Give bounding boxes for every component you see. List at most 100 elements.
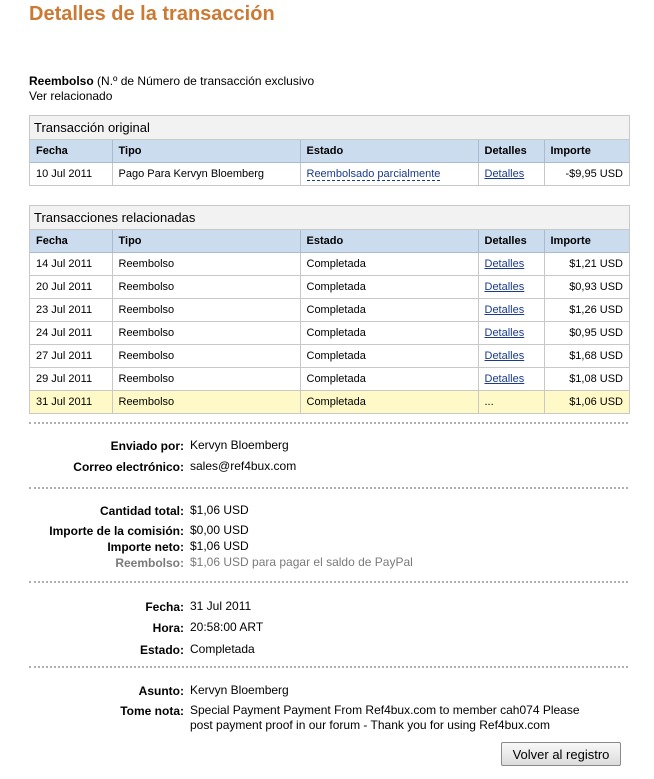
col-header-amount: Importe [544, 230, 629, 253]
cell-amount: $1,68 USD [544, 344, 629, 368]
col-header-date: Fecha [30, 140, 113, 163]
cell-type: Reembolso [112, 298, 301, 322]
total-value: $1,06 USD [190, 503, 249, 517]
intro-line: Reembolso (N.º de Número de transacción … [29, 74, 314, 89]
cell-amount: -$9,95 USD [565, 168, 623, 180]
table-row: 20 Jul 2011 Reembolso Completada Detalle… [30, 275, 629, 299]
details-link[interactable]: Detalles [485, 350, 525, 362]
status-label: Estado: [139, 643, 184, 657]
refund-label: Reembolso: [115, 556, 184, 570]
status-value: Completada [190, 642, 255, 656]
cell-type: Reembolso [112, 252, 301, 276]
status-link[interactable]: Reembolsado parcialmente [306, 168, 441, 181]
details-link[interactable]: Detalles [485, 258, 525, 270]
cell-amount: $0,93 USD [544, 275, 629, 299]
cell-amount: $0,95 USD [544, 321, 629, 345]
transaction-intro: Reembolso (N.º de Número de transacción … [29, 74, 314, 104]
cell-amount: $1,06 USD [544, 390, 629, 413]
divider [29, 422, 628, 424]
date-label: Fecha: [145, 600, 184, 614]
table-row: 29 Jul 2011 Reembolso Completada Detalle… [30, 367, 629, 391]
cell-amount: $1,26 USD [544, 298, 629, 322]
cell-date: 20 Jul 2011 [30, 275, 113, 299]
cell-status: Completada [300, 298, 479, 322]
time-value: 20:58:00 ART [190, 620, 264, 634]
subject-value: Kervyn Bloemberg [190, 683, 289, 697]
cell-amount: $1,08 USD [544, 367, 629, 391]
cell-details: Detalles [478, 275, 545, 299]
col-header-type: Tipo [112, 140, 301, 163]
cell-type: Reembolso [112, 275, 301, 299]
col-header-date: Fecha [30, 230, 113, 253]
cell-date: 23 Jul 2011 [30, 298, 113, 322]
cell-status: Reembolsado parcialmente [300, 162, 479, 185]
cell-type: Reembolso [112, 367, 301, 391]
table-row: 27 Jul 2011 Reembolso Completada Detalle… [30, 344, 629, 368]
fee-value: $0,00 USD [190, 523, 249, 537]
cell-status: Completada [300, 344, 479, 368]
col-header-status: Estado [300, 230, 479, 253]
sent-by-value: Kervyn Bloemberg [190, 438, 289, 452]
email-label: Correo electrónico: [73, 460, 184, 474]
cell-type: Reembolso [112, 390, 301, 413]
cell-date: 10 Jul 2011 [30, 162, 113, 185]
table-header-row: Fecha Tipo Estado Detalles Importe [30, 140, 629, 163]
total-label: Cantidad total: [100, 504, 184, 518]
email-value: sales@ref4bux.com [190, 459, 297, 473]
divider [29, 487, 628, 489]
table-row: 23 Jul 2011 Reembolso Completada Detalle… [30, 298, 629, 322]
cell-status: Completada [300, 275, 479, 299]
cell-status: Completada [300, 252, 479, 276]
cell-date: 31 Jul 2011 [30, 390, 113, 413]
cell-type: Reembolso [112, 344, 301, 368]
cell-date: 14 Jul 2011 [30, 252, 113, 276]
net-label: Importe neto: [107, 540, 184, 554]
cell-details: Detalles [478, 321, 545, 345]
original-transaction-box: Transacción original Fecha Tipo Estado D… [29, 115, 630, 186]
cell-amount: $1,21 USD [544, 252, 629, 276]
note-line-1: Special Payment Payment From Ref4bux.com… [190, 703, 580, 717]
divider [29, 581, 628, 583]
details-link[interactable]: Detalles [485, 168, 525, 180]
back-to-history-button[interactable]: Volver al registro [501, 742, 621, 766]
cell-details: Detalles [478, 367, 545, 391]
table-row: 10 Jul 2011 Pago Para Kervyn Bloemberg R… [30, 162, 629, 185]
original-transaction-table: Fecha Tipo Estado Detalles Importe 10 Ju… [30, 140, 629, 185]
page-title: Detalles de la transacción [29, 3, 275, 25]
divider [29, 666, 628, 668]
col-header-status: Estado [300, 140, 479, 163]
table-row: 24 Jul 2011 Reembolso Completada Detalle… [30, 321, 629, 345]
cell-details: Detalles [478, 344, 545, 368]
details-link[interactable]: Detalles [485, 281, 525, 293]
col-header-details: Detalles [478, 140, 545, 163]
cell-date: 29 Jul 2011 [30, 367, 113, 391]
related-transactions-title: Transacciones relacionadas [30, 206, 629, 230]
related-transactions-box: Transacciones relacionadas Fecha Tipo Es… [29, 205, 630, 414]
cell-status: Completada [300, 321, 479, 345]
net-value: $1,06 USD [190, 539, 249, 553]
col-header-type: Tipo [112, 230, 301, 253]
refund-value: $1,06 USD para pagar el saldo de PayPal [190, 555, 413, 569]
col-header-amount: Importe [544, 140, 629, 163]
original-transaction-title: Transacción original [30, 116, 629, 140]
cell-details: ... [478, 390, 545, 413]
cell-date: 27 Jul 2011 [30, 344, 113, 368]
related-link[interactable]: Ver relacionado [29, 89, 314, 104]
fee-label: Importe de la comisión: [49, 524, 184, 538]
cell-details: Detalles [478, 162, 545, 185]
cell-type: Reembolso [112, 321, 301, 345]
transaction-type: Reembolso [29, 74, 94, 88]
details-link[interactable]: Detalles [485, 373, 525, 385]
details-link[interactable]: Detalles [485, 327, 525, 339]
note-line-2: post payment proof in our forum - Thank … [190, 718, 550, 732]
cell-details: Detalles [478, 252, 545, 276]
note-value: Special Payment Payment From Ref4bux.com… [190, 703, 580, 733]
cell-status: Completada [300, 390, 479, 413]
transaction-id-note: (N.º de Número de transacción exclusivo [97, 74, 315, 88]
sent-by-label: Enviado por: [110, 439, 184, 453]
date-value: 31 Jul 2011 [190, 599, 252, 613]
table-row: 14 Jul 2011 Reembolso Completada Detalle… [30, 252, 629, 276]
subject-label: Asunto: [138, 684, 184, 698]
note-label: Tome nota: [120, 704, 184, 718]
details-link[interactable]: Detalles [485, 304, 525, 316]
